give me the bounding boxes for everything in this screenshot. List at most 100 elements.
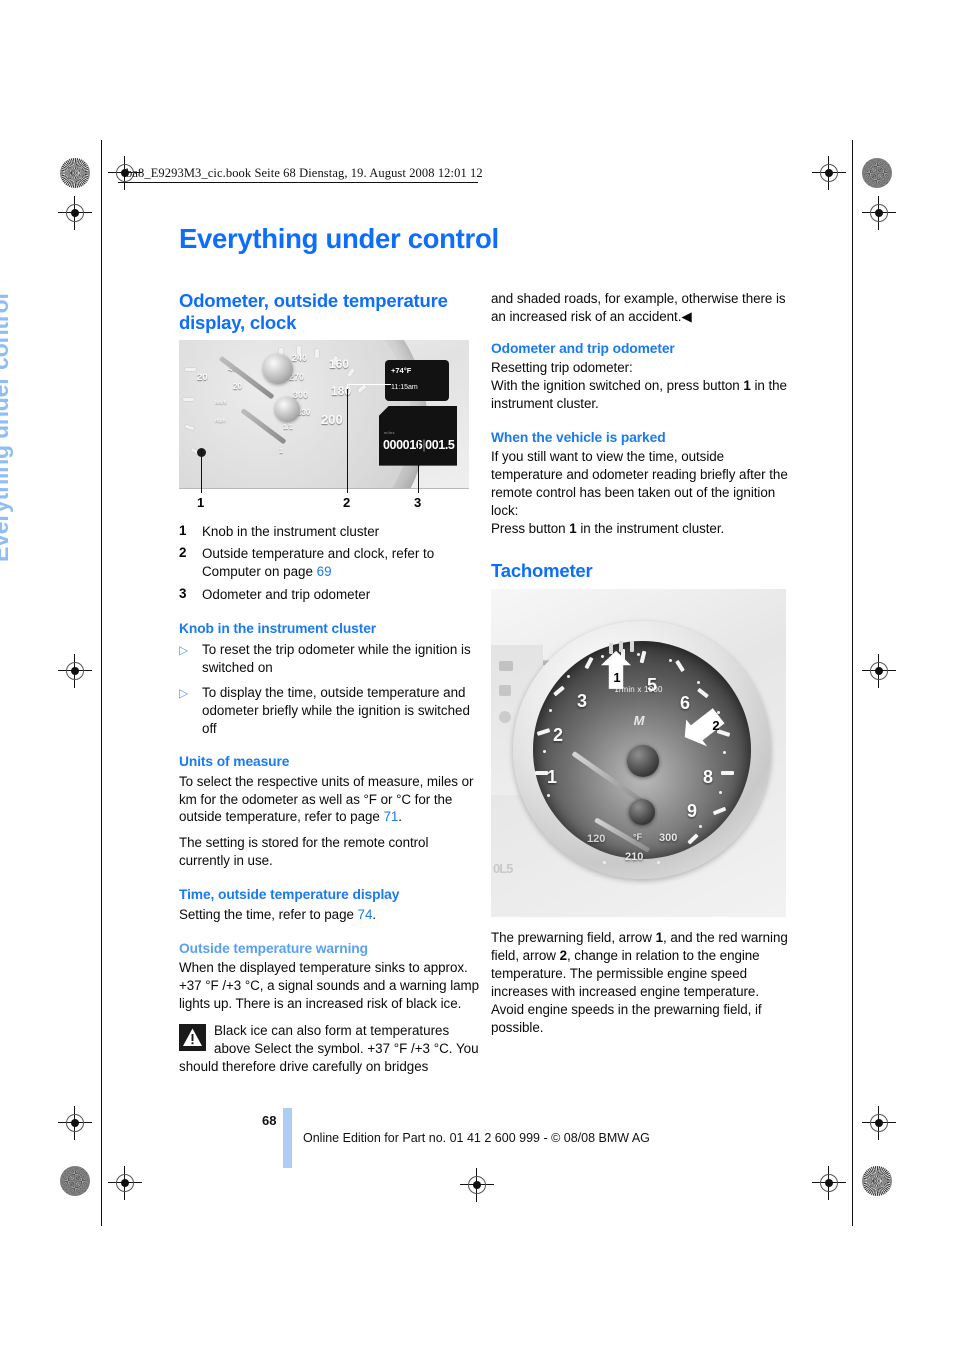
- callout-number-2: 2: [343, 494, 351, 510]
- moire-target-bottom-right: [862, 1166, 892, 1196]
- tach-minor-dot: [543, 749, 546, 753]
- registration-mark-left-lower: [58, 654, 92, 688]
- legend-number: 3: [179, 586, 187, 602]
- parked-text-c: in the instrument cluster.: [576, 521, 725, 537]
- registration-mark-left-upper: [58, 196, 92, 230]
- tach-tick: [535, 770, 548, 775]
- figure-instrument-cluster: 20 40 20 240 270 300 330 160 180 200 km/…: [179, 339, 482, 515]
- callout-tick-2: [347, 388, 348, 493]
- m-logo-icon: M: [633, 712, 645, 728]
- oil-temp-label-120: 120: [587, 832, 606, 845]
- tach-minor-dot: [697, 680, 700, 684]
- oil-temp-label-210: 210: [625, 850, 644, 863]
- figure-legend: 1 Knob in the instrument cluster 2 Outsi…: [179, 523, 482, 604]
- legend-text: Outside temperature and clock, refer to …: [202, 545, 482, 581]
- warning-continuation-paragraph: and shaded roads, for example, otherwise…: [491, 290, 794, 326]
- legend-text: Odometer and trip odometer: [202, 587, 371, 603]
- background-indicator-icon: [499, 684, 511, 696]
- speedo-label-small: mph: [215, 417, 226, 424]
- page-reference-link[interactable]: 69: [317, 564, 332, 579]
- tach-minor-dot: [601, 654, 604, 658]
- tach-redline-mark: [609, 642, 613, 654]
- registration-mark-top-right: [812, 156, 846, 190]
- tach-number-1: 1: [547, 766, 558, 787]
- moire-target-bottom-left: [60, 1166, 90, 1196]
- tach-minor-dot: [547, 793, 550, 797]
- speedo-label-20: 20: [197, 371, 208, 383]
- tach-minor-dot: [549, 708, 552, 712]
- registration-mark-bottom-right-corner: [812, 1166, 846, 1200]
- moire-target-top-right: [862, 158, 892, 188]
- tach-minor-dot: [723, 750, 726, 754]
- tach-minor-dot: [603, 860, 606, 864]
- manual-page: ba8_E9293M3_cic.book Seite 68 Dienstag, …: [0, 0, 954, 1350]
- odo-paragraph-1: Resetting trip odometer:: [491, 360, 633, 376]
- time-text-a: Setting the time, refer to page: [179, 906, 358, 922]
- legend-item: 3 Odometer and trip odometer: [179, 586, 482, 604]
- subheading-time-display: Time, outside temperature display: [179, 887, 400, 903]
- callout-tick-3: [418, 440, 419, 493]
- lcd-temp-clock-display: +74°F 11:15am: [385, 359, 449, 401]
- continuation-text: and shaded roads, for example, otherwise…: [491, 291, 786, 324]
- speedo-tick: [185, 367, 196, 371]
- figure-tachometer: 0L5 1 2 3 4 5 6 7 8 9: [491, 588, 794, 917]
- speedo-tick: [315, 348, 319, 358]
- callout-lead-line-2: [347, 383, 391, 385]
- end-of-note-mark: ◀: [681, 308, 692, 324]
- file-slug: ba8_E9293M3_cic.book Seite 68 Dienstag, …: [126, 166, 483, 180]
- temperature-warning-paragraph: When the displayed temperature sinks to …: [179, 959, 480, 1011]
- units-text-b: .: [398, 809, 402, 825]
- tach-minor-dot: [699, 824, 702, 828]
- time-paragraph: Setting the time, refer to page 74.: [179, 906, 482, 924]
- oil-temperature-hub: [629, 798, 655, 825]
- registration-mark-right-lower: [862, 654, 896, 688]
- time-text-b: .: [372, 906, 377, 922]
- subheading-temperature-warning: Outside temperature warning: [179, 940, 368, 956]
- speedo-label-200: 200: [321, 411, 343, 427]
- background-indicator-icon: [499, 660, 513, 671]
- legend-number: 1: [179, 522, 187, 538]
- tach-number-9: 9: [687, 800, 698, 821]
- tach-minor-dot: [657, 860, 660, 864]
- speedo-label-300: 300: [293, 389, 309, 400]
- bullet-item: ▷ To reset the trip odometer while the i…: [179, 641, 482, 677]
- triangle-bullet-icon: ▷: [179, 643, 189, 658]
- units-text-a: To select the respective units of measur…: [179, 773, 474, 825]
- tach-redline-mark: [619, 640, 623, 652]
- fuel-gauge-label: 1: [279, 447, 283, 455]
- right-column: and shaded roads, for example, otherwise…: [491, 290, 794, 1045]
- arrow-number-reference: 1: [655, 929, 663, 945]
- tach-minor-dot: [717, 710, 720, 714]
- callout-number-1: 1: [613, 670, 621, 686]
- left-column: Odometer, outside temperature display, c…: [179, 290, 482, 1075]
- parked-text-a: Press button: [491, 521, 570, 537]
- tachometer-paragraph: The prewarning field, arrow 1, and the r…: [491, 929, 794, 1037]
- odo-paragraph-2: With the ignition switched on, press but…: [491, 377, 794, 413]
- warning-triangle-icon: [179, 1023, 206, 1051]
- page-reference-link[interactable]: 71: [383, 809, 398, 824]
- callout-number-3: 3: [414, 494, 422, 510]
- page-reference-link[interactable]: 74: [358, 907, 373, 922]
- instrument-cluster-image: 20 40 20 240 270 300 330 160 180 200 km/…: [179, 339, 469, 488]
- background-indicator-icon: [499, 710, 511, 723]
- legend-text: Knob in the instrument cluster: [202, 523, 380, 539]
- crop-line-right: [852, 140, 853, 1226]
- secondary-hub: [275, 396, 300, 422]
- lcd-outside-temperature: +74°F: [391, 365, 412, 375]
- registration-mark-right-bottom: [862, 1106, 896, 1140]
- knob-bullet-list: ▷ To reset the trip odometer while the i…: [179, 641, 482, 737]
- tach-tick: [721, 770, 734, 775]
- section-heading-odometer: Odometer, outside temperature display, c…: [179, 290, 448, 333]
- registration-mark-left-bottom: [58, 1106, 92, 1140]
- legend-item: 2 Outside temperature and clock, refer t…: [179, 545, 482, 581]
- odometer-unit-label: miles: [384, 429, 395, 435]
- registration-mark-right-upper: [862, 196, 896, 230]
- tachometer-image: 0L5 1 2 3 4 5 6 7 8 9: [491, 588, 786, 917]
- triangle-bullet-icon: ▷: [179, 685, 189, 700]
- speedo-tick: [183, 397, 194, 401]
- subheading-knob: Knob in the instrument cluster: [179, 620, 377, 636]
- tach-number-2: 2: [553, 724, 564, 745]
- arrow-number-reference: 2: [559, 947, 567, 963]
- button-number-reference: 1: [743, 378, 751, 394]
- fuel-gauge-label: 1/1: [283, 423, 293, 431]
